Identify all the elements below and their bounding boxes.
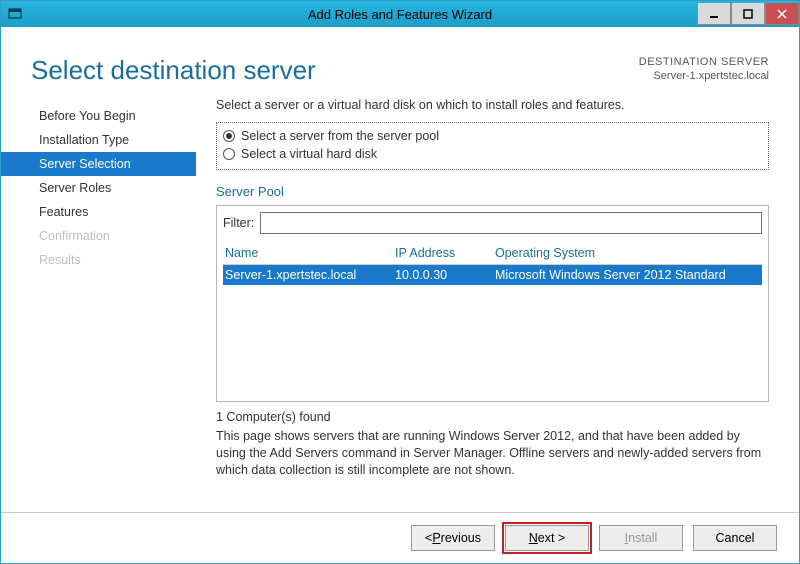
- cell-name: Server-1.xpertstec.local: [225, 268, 395, 282]
- body-row: Before You BeginInstallation TypeServer …: [1, 92, 799, 512]
- titlebar[interactable]: Add Roles and Features Wizard: [1, 1, 799, 27]
- wizard-step[interactable]: Installation Type: [1, 128, 196, 152]
- main-panel: Select a server or a virtual hard disk o…: [196, 98, 799, 512]
- radio-label: Select a server from the server pool: [241, 129, 439, 143]
- col-ip[interactable]: IP Address: [395, 246, 495, 260]
- button-bar: < Previous Next > Install Cancel: [1, 512, 799, 563]
- destination-value: Server-1.xpertstec.local: [639, 69, 769, 83]
- server-pool-label: Server Pool: [216, 184, 769, 199]
- wizard-steps-sidebar: Before You BeginInstallation TypeServer …: [1, 98, 196, 512]
- wizard-step[interactable]: Server Selection: [1, 152, 196, 176]
- radio-vhd[interactable]: Select a virtual hard disk: [223, 145, 762, 163]
- radio-label: Select a virtual hard disk: [241, 147, 377, 161]
- next-button[interactable]: Next >: [505, 525, 589, 551]
- wizard-step: Results: [1, 248, 196, 272]
- radio-server-pool[interactable]: Select a server from the server pool: [223, 127, 762, 145]
- wizard-step[interactable]: Before You Begin: [1, 104, 196, 128]
- col-os[interactable]: Operating System: [495, 246, 760, 260]
- computers-found: 1 Computer(s) found: [216, 410, 769, 424]
- radio-icon: [223, 130, 235, 142]
- destination-label: DESTINATION SERVER: [639, 55, 769, 69]
- content-area: Select destination server DESTINATION SE…: [1, 27, 799, 563]
- radio-icon: [223, 148, 235, 160]
- previous-button[interactable]: < Previous: [411, 525, 495, 551]
- window-title: Add Roles and Features Wizard: [1, 7, 799, 22]
- cancel-button[interactable]: Cancel: [693, 525, 777, 551]
- target-radio-group: Select a server from the server pool Sel…: [216, 122, 769, 170]
- table-body[interactable]: Server-1.xpertstec.local10.0.0.30Microso…: [223, 265, 762, 395]
- server-table: Name IP Address Operating System Server-…: [223, 242, 762, 395]
- filter-row: Filter:: [223, 212, 762, 234]
- hint-text: This page shows servers that are running…: [216, 428, 769, 479]
- header-row: Select destination server DESTINATION SE…: [1, 27, 799, 92]
- wizard-window: Add Roles and Features Wizard Select des…: [0, 0, 800, 564]
- col-name[interactable]: Name: [225, 246, 395, 260]
- intro-text: Select a server or a virtual hard disk o…: [216, 98, 769, 112]
- wizard-step: Confirmation: [1, 224, 196, 248]
- cell-ip: 10.0.0.30: [395, 268, 495, 282]
- page-title: Select destination server: [31, 55, 316, 86]
- filter-label: Filter:: [223, 216, 254, 230]
- table-row[interactable]: Server-1.xpertstec.local10.0.0.30Microso…: [223, 265, 762, 285]
- filter-input[interactable]: [260, 212, 762, 234]
- wizard-step[interactable]: Features: [1, 200, 196, 224]
- server-pool-box: Filter: Name IP Address Operating System…: [216, 205, 769, 402]
- install-button: Install: [599, 525, 683, 551]
- table-header: Name IP Address Operating System: [223, 242, 762, 265]
- destination-block: DESTINATION SERVER Server-1.xpertstec.lo…: [639, 55, 769, 84]
- wizard-step[interactable]: Server Roles: [1, 176, 196, 200]
- cell-os: Microsoft Windows Server 2012 Standard: [495, 268, 760, 282]
